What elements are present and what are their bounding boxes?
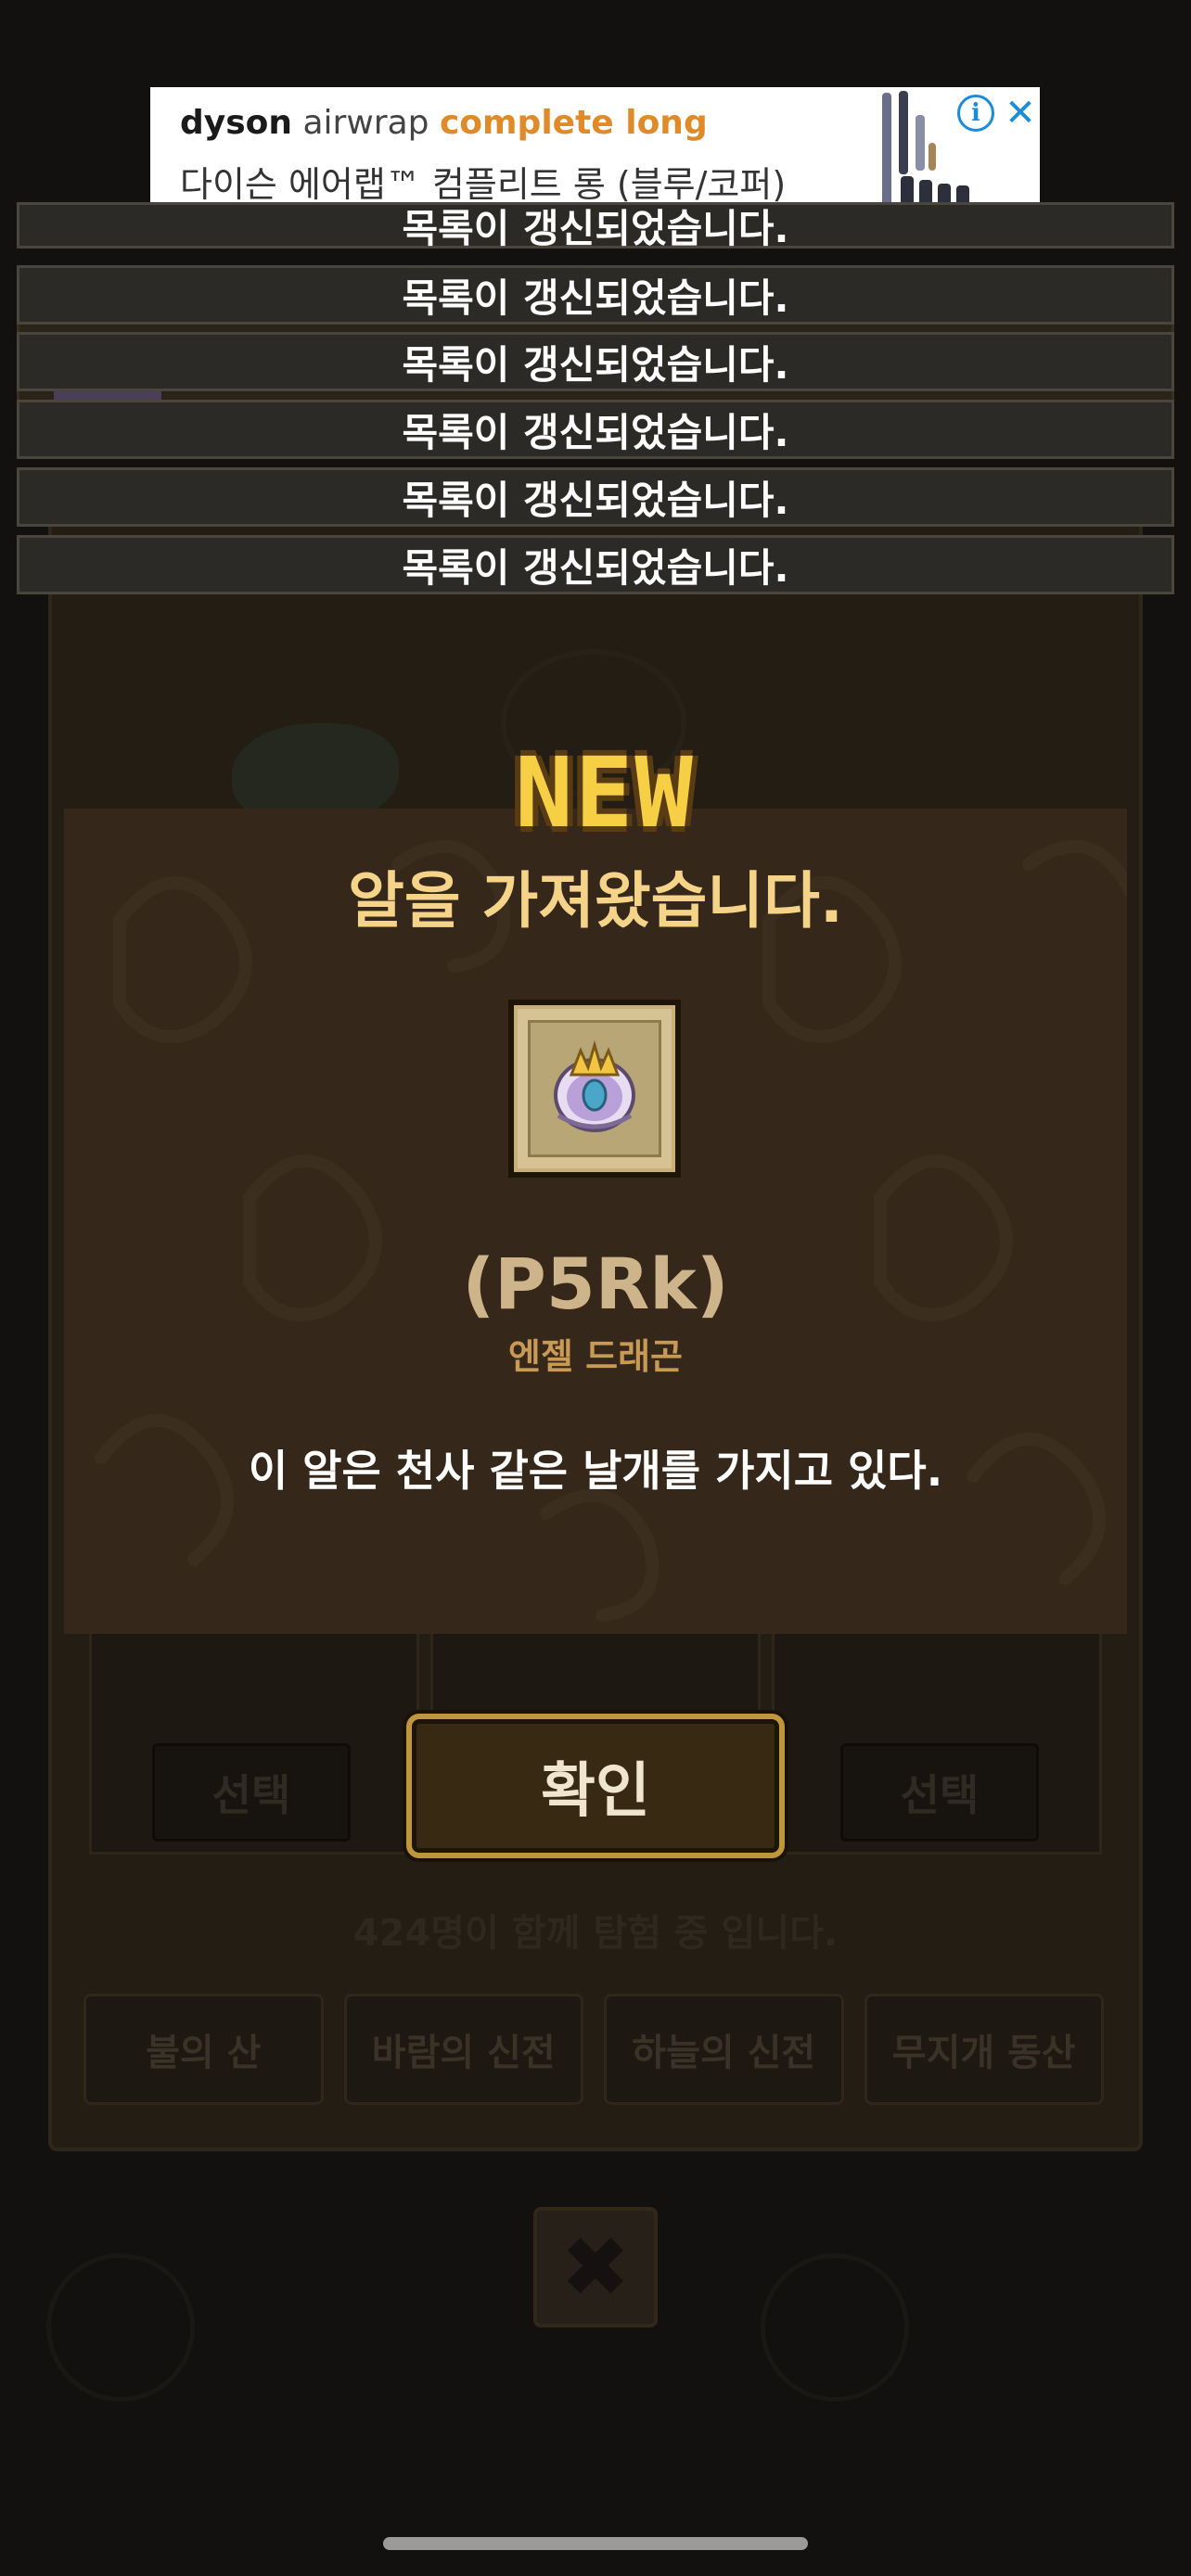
- toast-message: 목록이 갱신되었습니다.: [17, 535, 1174, 594]
- dialog-title: 알을 가져왔습니다.: [348, 865, 843, 937]
- egg-description: 이 알은 천사 같은 날개를 가지고 있다.: [248, 1446, 943, 1496]
- background-tab-sky-temple: 하늘의 신전: [604, 1994, 844, 2105]
- background-select-button-right: 선택: [840, 1743, 1039, 1842]
- confirm-button[interactable]: 확인: [406, 1714, 785, 1858]
- egg-name: 엔젤 드래곤: [507, 1336, 684, 1377]
- toast-message: 목록이 갱신되었습니다.: [17, 467, 1174, 527]
- toast-message: 목록이 갱신되었습니다.: [17, 202, 1174, 251]
- info-icon[interactable]: i: [957, 95, 994, 132]
- ad-brand-product: airwrap: [302, 104, 429, 142]
- close-icon[interactable]: ✕: [1002, 91, 1039, 135]
- close-x-icon: ✖: [533, 2207, 658, 2327]
- background-tab-fire-mountain: 불의 산: [83, 1994, 324, 2105]
- ad-brand-model: complete long: [439, 104, 708, 142]
- background-online-count: 424명이 함께 탐험 중 입니다.: [352, 1912, 839, 1955]
- egg-code: (P5Rk): [462, 1243, 729, 1325]
- game-screen: 선택 선택 424명이 함께 탐험 중 입니다. 불의 산 바람의 신전 하늘의…: [0, 0, 1191, 2576]
- background-tab-wind-temple: 바람의 신전: [343, 1994, 583, 2105]
- ad-brand-name: dyson: [180, 104, 293, 142]
- new-badge: NEW: [515, 736, 695, 849]
- background-nav-circle: [761, 2253, 909, 2402]
- background-nav-circle: [46, 2253, 195, 2402]
- ad-brand-line: dyson airwrap complete long: [180, 104, 708, 142]
- background-select-button-left: 선택: [152, 1743, 351, 1842]
- dragon-egg-icon: [554, 1039, 635, 1132]
- background-tab-rainbow-hill: 무지개 동산: [864, 1994, 1104, 2105]
- background-tab-bar: 불의 산 바람의 신전 하늘의 신전 무지개 동산: [83, 1994, 1104, 2105]
- toast-message: 목록이 갱신되었습니다.: [17, 400, 1174, 459]
- egg-item-frame: [508, 1000, 681, 1178]
- home-indicator[interactable]: [383, 2537, 808, 2550]
- toast-message: 목록이 갱신되었습니다.: [17, 265, 1174, 325]
- egg-item-slot: [528, 1020, 661, 1157]
- toast-message: 목록이 갱신되었습니다.: [17, 332, 1174, 391]
